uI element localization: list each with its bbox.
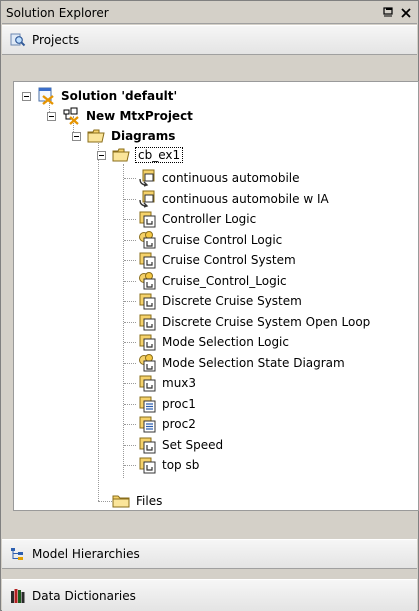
tree-item-label: Discrete Cruise System [162,294,302,308]
model-hierarchies-bar[interactable]: Model Hierarchies [2,539,417,569]
tree-item-label: Set Speed [162,438,224,452]
diagram-icon [139,437,156,454]
tree-item[interactable]: Discrete Cruise System Open Loop [138,312,370,332]
panel-titlebar: Solution Explorer [2,2,417,24]
tree-row-project[interactable]: New MtxProject [47,106,193,126]
tree-item-label: Mode Selection State Diagram [162,356,345,370]
collapse-icon[interactable] [97,150,106,160]
magnifier-icon [10,32,26,48]
diagram-icon [139,293,156,310]
books-icon [10,588,26,604]
tree-item[interactable]: continuous automobile w IA [138,189,329,209]
project-icon [63,107,79,125]
collapse-icon[interactable] [72,131,81,141]
data-dictionaries-bar[interactable]: Data Dictionaries [2,579,417,611]
tree-item[interactable]: Mode Selection State Diagram [138,353,345,373]
solution-explorer-panel: Solution Explorer Projects Solution 'def… [0,0,419,611]
tree-item-label: Controller Logic [162,212,257,226]
folder-label: cb_ex1 [134,147,184,163]
collapse-icon[interactable] [47,111,56,121]
tree-item[interactable]: proc1 [138,394,196,414]
tree-item[interactable]: Cruise Control System [138,250,296,270]
tree-item-label: top sb [162,458,200,472]
statechart-icon [139,354,156,372]
tree-item-label: Cruise Control Logic [162,233,283,247]
tree-item[interactable]: Cruise_Control_Logic [138,271,287,291]
solution-tree[interactable]: Solution 'default' New MtxProject Diagra… [13,81,419,511]
procedure-icon [139,416,156,433]
solution-icon [38,87,54,105]
folder-icon [112,495,130,508]
panel-title: Solution Explorer [6,5,109,20]
close-icon[interactable] [399,6,413,20]
tree-row-diagrams[interactable]: Diagrams [72,126,175,146]
tree-item[interactable]: top sb [138,455,199,475]
tree-item[interactable]: mux3 [138,373,196,393]
diagram-icon [139,211,156,228]
diagram-icon [139,457,156,474]
diagram-icon [139,314,156,331]
procedure-icon [139,396,156,413]
solution-label: Solution 'default' [61,89,178,103]
tree-item[interactable]: Cruise Control Logic [138,230,282,250]
diagram-icon [139,334,156,351]
statechart-icon [139,231,156,249]
data-dictionaries-label: Data Dictionaries [32,588,136,603]
tree-item-label: Mode Selection Logic [162,335,289,349]
tree-item-label: continuous automobile [162,171,300,185]
tree-item-label: continuous automobile w IA [162,192,329,206]
tree-item-label: Cruise_Control_Logic [162,274,287,288]
tree-item-label: proc2 [162,417,196,431]
model-link-icon [139,190,155,208]
tree-item-label: Discrete Cruise System Open Loop [162,315,371,329]
files-label: Files [136,494,163,508]
project-label: New MtxProject [86,109,193,123]
open-folder-icon [112,148,130,162]
tree-item[interactable]: continuous automobile [138,168,300,188]
tree-item[interactable]: Mode Selection Logic [138,332,289,352]
tree-item[interactable]: Set Speed [138,435,223,455]
tree-row-solution[interactable]: Solution 'default' [22,86,177,106]
tree-item-label: Cruise Control System [162,253,296,267]
open-folder-icon [87,129,105,143]
projects-label: Projects [32,33,80,47]
diagram-icon [139,375,156,392]
projects-bar[interactable]: Projects [2,25,417,55]
tree-item-label: proc1 [162,397,196,411]
hierarchy-icon [10,546,26,562]
tree-item[interactable]: Controller Logic [138,209,256,229]
tree-row-files[interactable]: Files [112,491,163,510]
tree-item[interactable]: proc2 [138,414,196,434]
tree-item-label: mux3 [162,376,197,390]
tree-item[interactable]: Discrete Cruise System [138,291,302,311]
collapse-icon[interactable] [22,91,31,101]
diagrams-label: Diagrams [111,129,176,143]
model-hierarchies-label: Model Hierarchies [32,547,140,561]
pin-icon[interactable] [381,6,395,20]
diagram-icon [139,252,156,269]
model-link-icon [139,169,155,187]
statechart-icon [139,272,156,290]
tree-row-folder[interactable]: cb_ex1 [97,145,184,165]
